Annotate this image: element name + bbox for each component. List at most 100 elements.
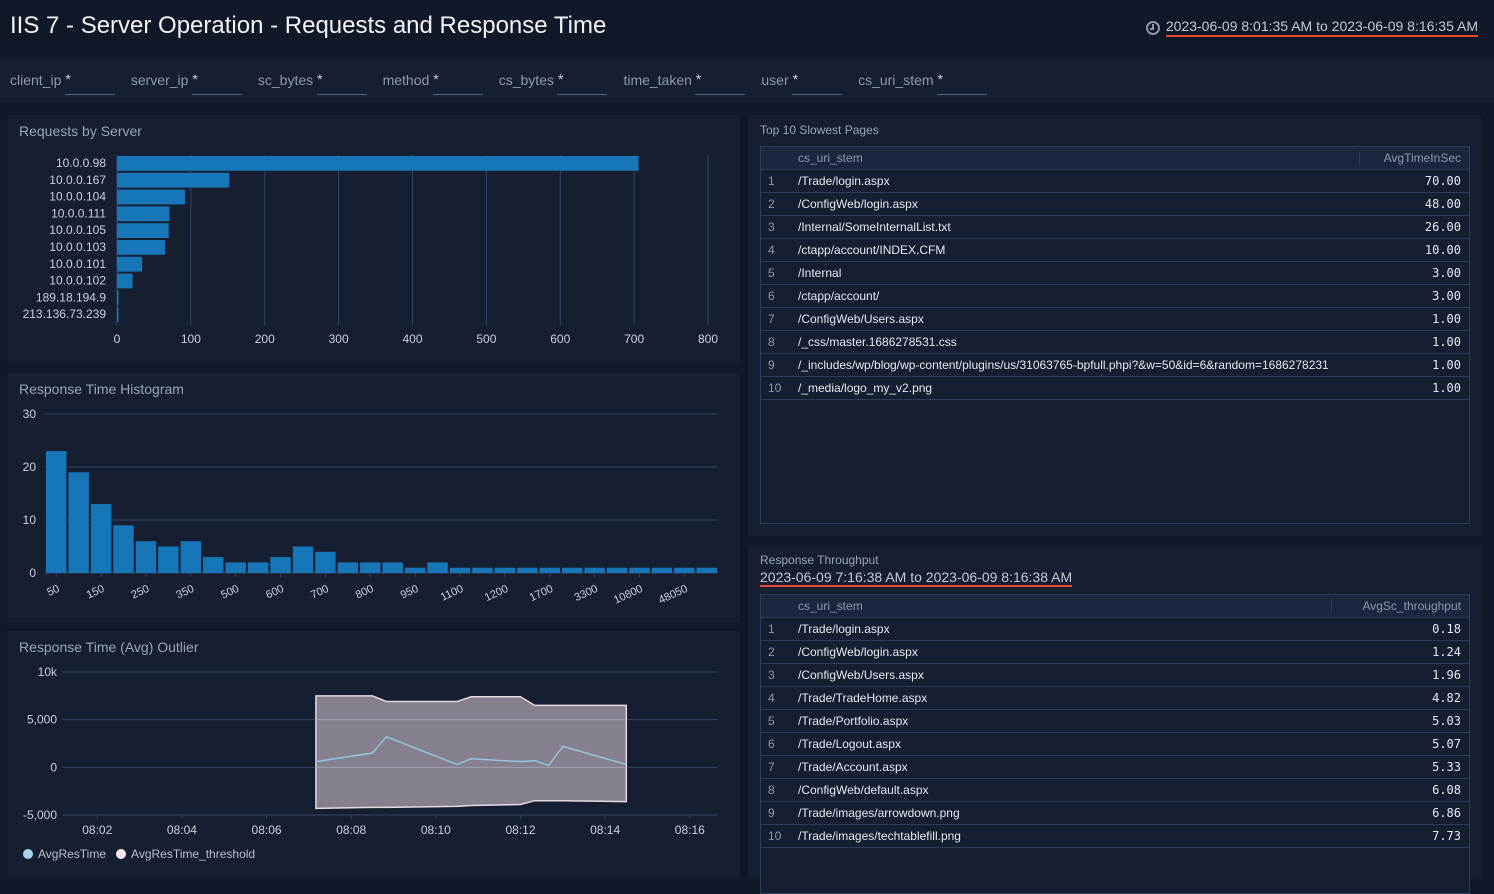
filter-user[interactable]: user * <box>761 71 843 95</box>
row-number: 8 <box>768 783 775 797</box>
bar[interactable] <box>337 562 359 573</box>
bar[interactable] <box>117 156 639 171</box>
bar[interactable] <box>203 557 224 573</box>
filter-method[interactable]: method * <box>383 71 483 95</box>
table-row[interactable]: 2/ConfigWeb/login.aspx 48.00 <box>761 193 1469 216</box>
row-uri: /Trade/Account.aspx <box>798 760 908 774</box>
bar[interactable] <box>449 567 471 573</box>
table-row[interactable]: 5/Trade/Portfolio.aspx 5.03 <box>761 710 1469 733</box>
bar[interactable] <box>117 240 166 255</box>
row-uri: /ConfigWeb/Users.aspx <box>798 312 924 326</box>
response-time-histogram-chart: 0 10 20 30 50 150 250 350 500 600 700 800 950 1100 120… <box>23 407 718 607</box>
row-number: 5 <box>768 266 775 280</box>
table-row[interactable]: 1/Trade/login.aspx 70.00 <box>761 170 1469 193</box>
bar[interactable] <box>117 172 230 188</box>
table-row[interactable]: 2/ConfigWeb/login.aspx 1.24 <box>761 641 1469 664</box>
bar[interactable] <box>539 567 560 573</box>
column-header-uri[interactable]: cs_uri_stem <box>798 599 1331 613</box>
filter-server-ip[interactable]: server_ip * <box>131 71 242 95</box>
filter-time-taken[interactable]: time_taken * <box>623 71 746 95</box>
bar[interactable] <box>382 562 403 573</box>
bar[interactable] <box>629 567 650 573</box>
bar[interactable] <box>651 567 673 573</box>
bar[interactable] <box>427 562 448 573</box>
filter-input[interactable] <box>316 77 367 95</box>
bar[interactable] <box>117 273 133 289</box>
bar[interactable] <box>315 551 336 573</box>
bar[interactable] <box>117 307 119 322</box>
filter-cs-bytes[interactable]: cs_bytes * <box>499 71 608 95</box>
response-throughput-panel: Response Throughput 2023-06-09 7:16:38 A… <box>748 545 1482 894</box>
x-tick-label: 400 <box>402 332 422 346</box>
legend-item-threshold[interactable]: AvgResTime_threshold <box>116 847 255 861</box>
x-tick-label: 3300 <box>573 583 600 604</box>
column-header-avgtime[interactable]: AvgTimeInSec <box>1359 151 1469 165</box>
time-range-text[interactable]: 2023-06-09 8:01:35 AM to 2023-06-09 8:16… <box>1165 18 1478 37</box>
threshold-band[interactable] <box>315 695 628 810</box>
filter-input[interactable] <box>191 77 242 95</box>
filter-input[interactable] <box>64 77 115 95</box>
bar[interactable] <box>117 256 143 272</box>
table-row[interactable]: 7/ConfigWeb/Users.aspx 1.00 <box>761 308 1469 331</box>
filter-cs-uri-stem[interactable]: cs_uri_stem * <box>858 71 987 95</box>
bar[interactable] <box>404 567 426 573</box>
filter-client-ip[interactable]: client_ip * <box>10 71 115 95</box>
bar[interactable] <box>117 206 170 222</box>
table-row[interactable]: 7/Trade/Account.aspx 5.33 <box>761 756 1469 779</box>
bar[interactable] <box>117 189 185 205</box>
row-number: 10 <box>768 381 782 395</box>
table-row[interactable]: 4/ctapp/account/INDEX.CFM 10.00 <box>761 239 1469 262</box>
bar[interactable] <box>606 567 628 573</box>
bar[interactable] <box>561 567 583 573</box>
table-row[interactable]: 1/Trade/login.aspx 0.18 <box>761 618 1469 641</box>
table-row[interactable]: 6/Trade/Logout.aspx 5.07 <box>761 733 1469 756</box>
bar[interactable] <box>472 567 493 573</box>
filter-input[interactable] <box>695 77 746 95</box>
filter-input[interactable] <box>557 77 608 95</box>
filter-input[interactable] <box>432 77 483 95</box>
bar[interactable] <box>117 290 119 306</box>
bar[interactable] <box>68 472 89 573</box>
x-tick-label: 600 <box>550 332 570 346</box>
bar[interactable] <box>90 504 112 573</box>
legend-item-avgrestime[interactable]: AvgResTime <box>23 847 106 861</box>
table-row[interactable]: 3/Internal/SomeInternalList.txt 26.00 <box>761 216 1469 239</box>
panel-title: Response Throughput <box>760 553 879 567</box>
bar[interactable] <box>158 546 179 574</box>
table-row[interactable]: 10/Trade/images/techtablefill.png 7.73 <box>761 825 1469 848</box>
bar[interactable] <box>113 525 134 573</box>
bar[interactable] <box>135 541 157 573</box>
column-header-throughput[interactable]: AvgSc_throughput <box>1331 599 1469 613</box>
chart-legend: AvgResTime AvgResTime_threshold <box>23 847 265 861</box>
bar[interactable] <box>270 557 291 573</box>
table-row[interactable]: 3/ConfigWeb/Users.aspx 1.96 <box>761 664 1469 687</box>
bar[interactable] <box>46 451 67 573</box>
bar[interactable] <box>494 567 516 573</box>
bar[interactable] <box>180 541 202 573</box>
row-value: 1.96 <box>1432 668 1461 682</box>
bar[interactable] <box>584 567 605 573</box>
table-row[interactable]: 6/ctapp/account/3.00 <box>761 285 1469 308</box>
filter-input[interactable] <box>792 77 843 95</box>
table-row[interactable]: 8/ConfigWeb/default.aspx 6.08 <box>761 779 1469 802</box>
table-row[interactable]: 10 /_media/logo_my_v2.png 1.00 <box>761 377 1469 400</box>
filter-input[interactable] <box>936 77 987 95</box>
time-range-picker[interactable]: 2023-06-09 8:01:35 AM to 2023-06-09 8:16… <box>1145 18 1478 37</box>
table-row[interactable]: 5/Internal 3.00 <box>761 262 1469 285</box>
throughput-time-range[interactable]: 2023-06-09 7:16:38 AM to 2023-06-09 8:16… <box>760 569 1073 587</box>
bar[interactable] <box>674 567 695 573</box>
filter-sc-bytes[interactable]: sc_bytes * <box>258 71 367 95</box>
table-row[interactable]: 9/Trade/images/arrowdown.png 6.86 <box>761 802 1469 825</box>
row-number: 2 <box>768 645 775 659</box>
column-header-uri[interactable]: cs_uri_stem <box>798 151 1359 165</box>
bar[interactable] <box>292 546 314 574</box>
bar[interactable] <box>117 223 169 238</box>
table-row[interactable]: 8 /_css/master.1686278531.css 1.00 <box>761 331 1469 354</box>
bar[interactable] <box>517 567 538 573</box>
table-row[interactable]: 4/Trade/TradeHome.aspx 4.82 <box>761 687 1469 710</box>
table-row[interactable]: 9 /_includes/wp/blog/wp-content/plugins/u… <box>761 354 1469 377</box>
bar[interactable] <box>247 562 269 573</box>
bar[interactable] <box>360 562 381 573</box>
bar[interactable] <box>225 562 246 573</box>
bar[interactable] <box>696 567 717 573</box>
